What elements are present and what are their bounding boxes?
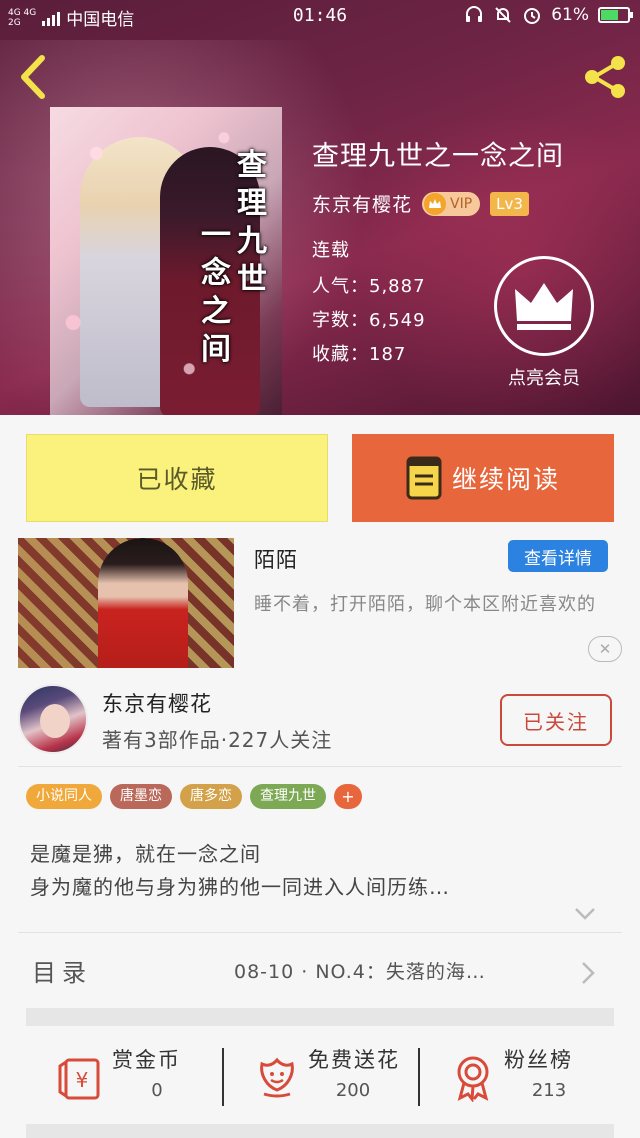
divider [18,766,622,767]
ad-image-person [98,538,188,668]
author-section-name[interactable]: 东京有樱花 [102,688,212,718]
tag-item[interactable]: 小说同人 [26,784,102,809]
tag-list: 小说同人 唐墨恋 唐多恋 查理九世 + [26,784,362,809]
section-separator [26,1124,614,1138]
headset-icon [466,6,483,22]
author-stats: 著有3部作品·227人关注 [102,728,333,752]
chevron-right-icon [582,962,595,984]
medal-icon [457,1056,489,1102]
book-title: 查理九世之一念之间 [312,141,564,172]
fan-ranking-button[interactable]: 粉丝榜 213 [418,1042,614,1112]
svg-text:¥: ¥ [76,1068,89,1092]
stats-bar: ¥ 赏金币 0 免费送花 200 粉丝榜 213 [26,1026,614,1124]
author-section: 东京有樱花 著有3部作品·227人关注 已关注 [0,678,640,768]
share-button[interactable] [580,52,630,102]
description-line-1: 是魔是狒，就在一念之间 [30,842,261,866]
vip-member-label: 点亮会员 [508,368,580,389]
book-icon [406,456,442,500]
vip-badge: VIP [422,191,481,216]
stat-label: 免费送花 [308,1048,400,1072]
vip-crown-icon [424,192,447,215]
author-avatar[interactable] [18,684,88,754]
expand-chevron-icon[interactable] [572,900,598,926]
tag-item[interactable]: 唐多恋 [180,784,242,809]
red-envelope-icon: ¥ [58,1058,100,1100]
continue-reading-label: 继续阅读 [451,465,560,494]
mute-bell-icon [495,7,511,23]
popularity-stat: 人气：5,887 [312,276,426,297]
catalog-label: 目录 [32,959,92,987]
favorited-label: 已收藏 [136,465,218,494]
vip-member-button[interactable] [494,256,594,356]
author-name[interactable]: 东京有樱花 [312,190,412,217]
level-badge: Lv3 [490,191,529,216]
continue-reading-button[interactable]: 继续阅读 [352,434,614,522]
tag-item[interactable]: 查理九世 [250,784,326,809]
description-line-2: 身为魔的他与身为狒的他一同进入人间历练… [30,875,450,899]
ad-banner[interactable]: 陌陌 查看详情 睡不着，打开陌陌，聊个本区附近喜欢的 ✕ [0,536,640,672]
ad-image[interactable] [18,538,234,668]
reward-coins-button[interactable]: ¥ 赏金币 0 [26,1042,222,1112]
book-cover: 查理九世 一念之间 [50,107,282,415]
author-row: 东京有樱花 VIP Lv3 [312,190,529,217]
tag-item[interactable]: 唐墨恋 [110,784,172,809]
book-description[interactable]: 是魔是狒，就在一念之间 身为魔的他与身为狒的他一同进入人间历练… [30,838,450,904]
stat-value: 213 [531,1080,567,1101]
stat-label: 赏金币 [112,1048,181,1072]
stat-value: 200 [335,1080,371,1101]
stat-label: 粉丝榜 [504,1048,573,1072]
ad-title: 陌陌 [254,548,298,572]
ad-detail-button[interactable]: 查看详情 [508,540,608,572]
status-right: 61% [464,5,633,25]
word-count-stat: 字数：6,549 [312,310,426,331]
favorited-button[interactable]: 已收藏 [26,434,328,522]
ad-description: 睡不着，打开陌陌，聊个本区附近喜欢的 [254,594,596,615]
ad-close-button[interactable]: ✕ [588,636,622,662]
status-bar: 4G 4G 2G 中国电信 01:46 61% [0,0,640,32]
latest-chapter: 08-10 · NO.4：失落的海… [234,961,486,983]
close-icon: ✕ [598,640,612,658]
favorites-stat: 收藏：187 [312,344,407,365]
flower-icon [260,1057,294,1098]
back-button[interactable] [14,54,54,100]
section-separator [26,1008,614,1026]
alarm-icon [524,8,541,24]
book-header: 4G 4G 2G 中国电信 01:46 61% 查理九世 一念之间 查理九世之一… [0,0,640,415]
serial-status: 连载 [312,240,350,261]
battery-percent: 61% [551,5,589,25]
free-flower-button[interactable]: 免费送花 200 [222,1042,418,1112]
follow-button[interactable]: 已关注 [500,694,612,746]
vip-label: VIP [450,195,473,212]
tag-more-button[interactable]: + [334,784,362,809]
battery-icon [598,7,633,23]
cover-title-column-2: 一念之间 [201,218,231,367]
catalog-row[interactable]: 目录 08-10 · NO.4：失落的海… [26,933,614,1009]
stat-value: 0 [151,1080,163,1101]
crown-icon [515,283,573,330]
